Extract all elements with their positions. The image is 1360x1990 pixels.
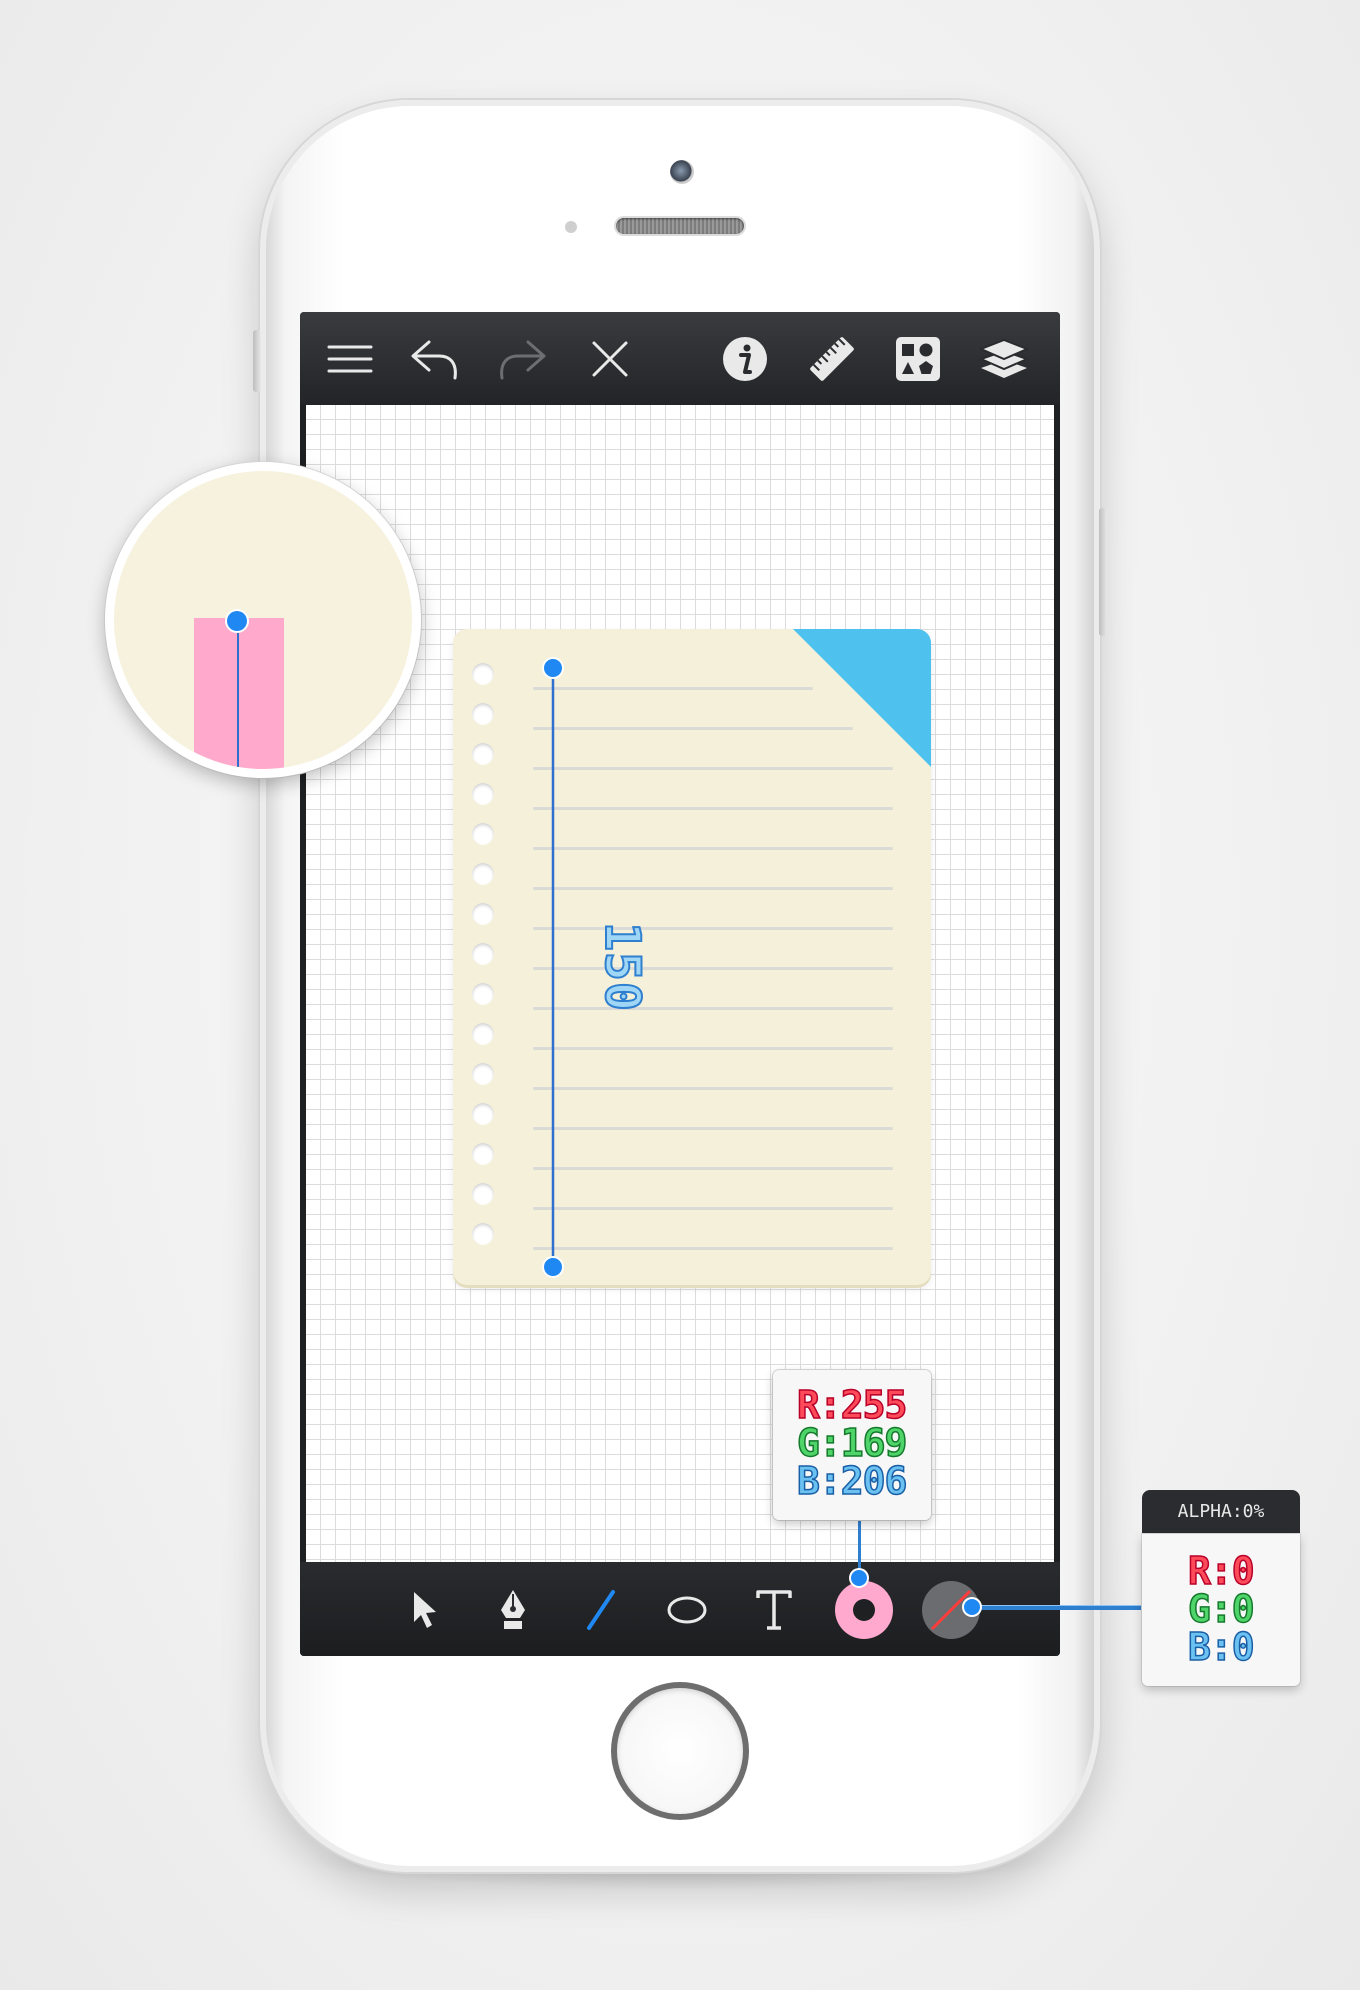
bottom-toolbar [300, 1562, 1060, 1656]
ruler-icon[interactable] [804, 334, 860, 384]
power-button [1099, 508, 1107, 636]
fill-color-swatch[interactable] [833, 1579, 895, 1641]
select-arrow-icon[interactable] [398, 1582, 454, 1638]
stroke-color-popup: R:0 G:0 B:0 [1142, 1534, 1300, 1686]
home-button[interactable] [611, 1682, 749, 1820]
layers-icon[interactable] [976, 334, 1032, 384]
text-tool-icon[interactable] [746, 1582, 802, 1638]
stroke-popup-connector [970, 1605, 1143, 1610]
stroke-alpha-label: ALPHA:0% [1142, 1490, 1300, 1534]
fill-r-value: R:255 [796, 1383, 908, 1427]
redo-icon[interactable] [494, 334, 550, 384]
info-icon[interactable] [717, 334, 773, 384]
magnified-measure-line [237, 621, 239, 769]
measurement-handle-top [542, 657, 564, 679]
mute-switch [253, 330, 261, 392]
measurement-label: 150 [593, 921, 651, 1013]
magnified-anchor-point [227, 611, 247, 631]
fill-b-value: B:206 [796, 1459, 908, 1503]
undo-icon[interactable] [407, 334, 463, 384]
app-screen: 150 [300, 312, 1060, 1656]
line-tool-icon[interactable] [573, 1582, 629, 1638]
stroke-b-value: B:0 [1187, 1625, 1255, 1669]
measurement-handle-bottom [542, 1256, 564, 1278]
pen-tool-icon[interactable] [485, 1582, 541, 1638]
earpiece-speaker [616, 218, 744, 234]
magnifier-loupe [105, 462, 421, 778]
top-toolbar [300, 312, 1060, 405]
close-icon[interactable] [582, 334, 638, 384]
magnified-pink-shape [194, 618, 284, 769]
fill-color-popup: R:255 G:169 B:206 [773, 1370, 931, 1520]
proximity-sensor [565, 221, 577, 233]
front-camera [670, 160, 694, 184]
fill-g-value: G:169 [796, 1421, 908, 1465]
stroke-popup-connector-dot [964, 1599, 980, 1615]
menu-icon[interactable] [322, 334, 378, 384]
fill-popup-connector-dot [851, 1570, 867, 1586]
stroke-g-value: G:0 [1187, 1587, 1255, 1631]
drawing-canvas[interactable]: 150 [306, 405, 1054, 1562]
measurement-overlay [542, 657, 564, 1278]
ellipse-tool-icon[interactable] [659, 1582, 715, 1638]
shapes-library-icon[interactable] [890, 334, 946, 384]
stroke-r-value: R:0 [1187, 1549, 1255, 1593]
